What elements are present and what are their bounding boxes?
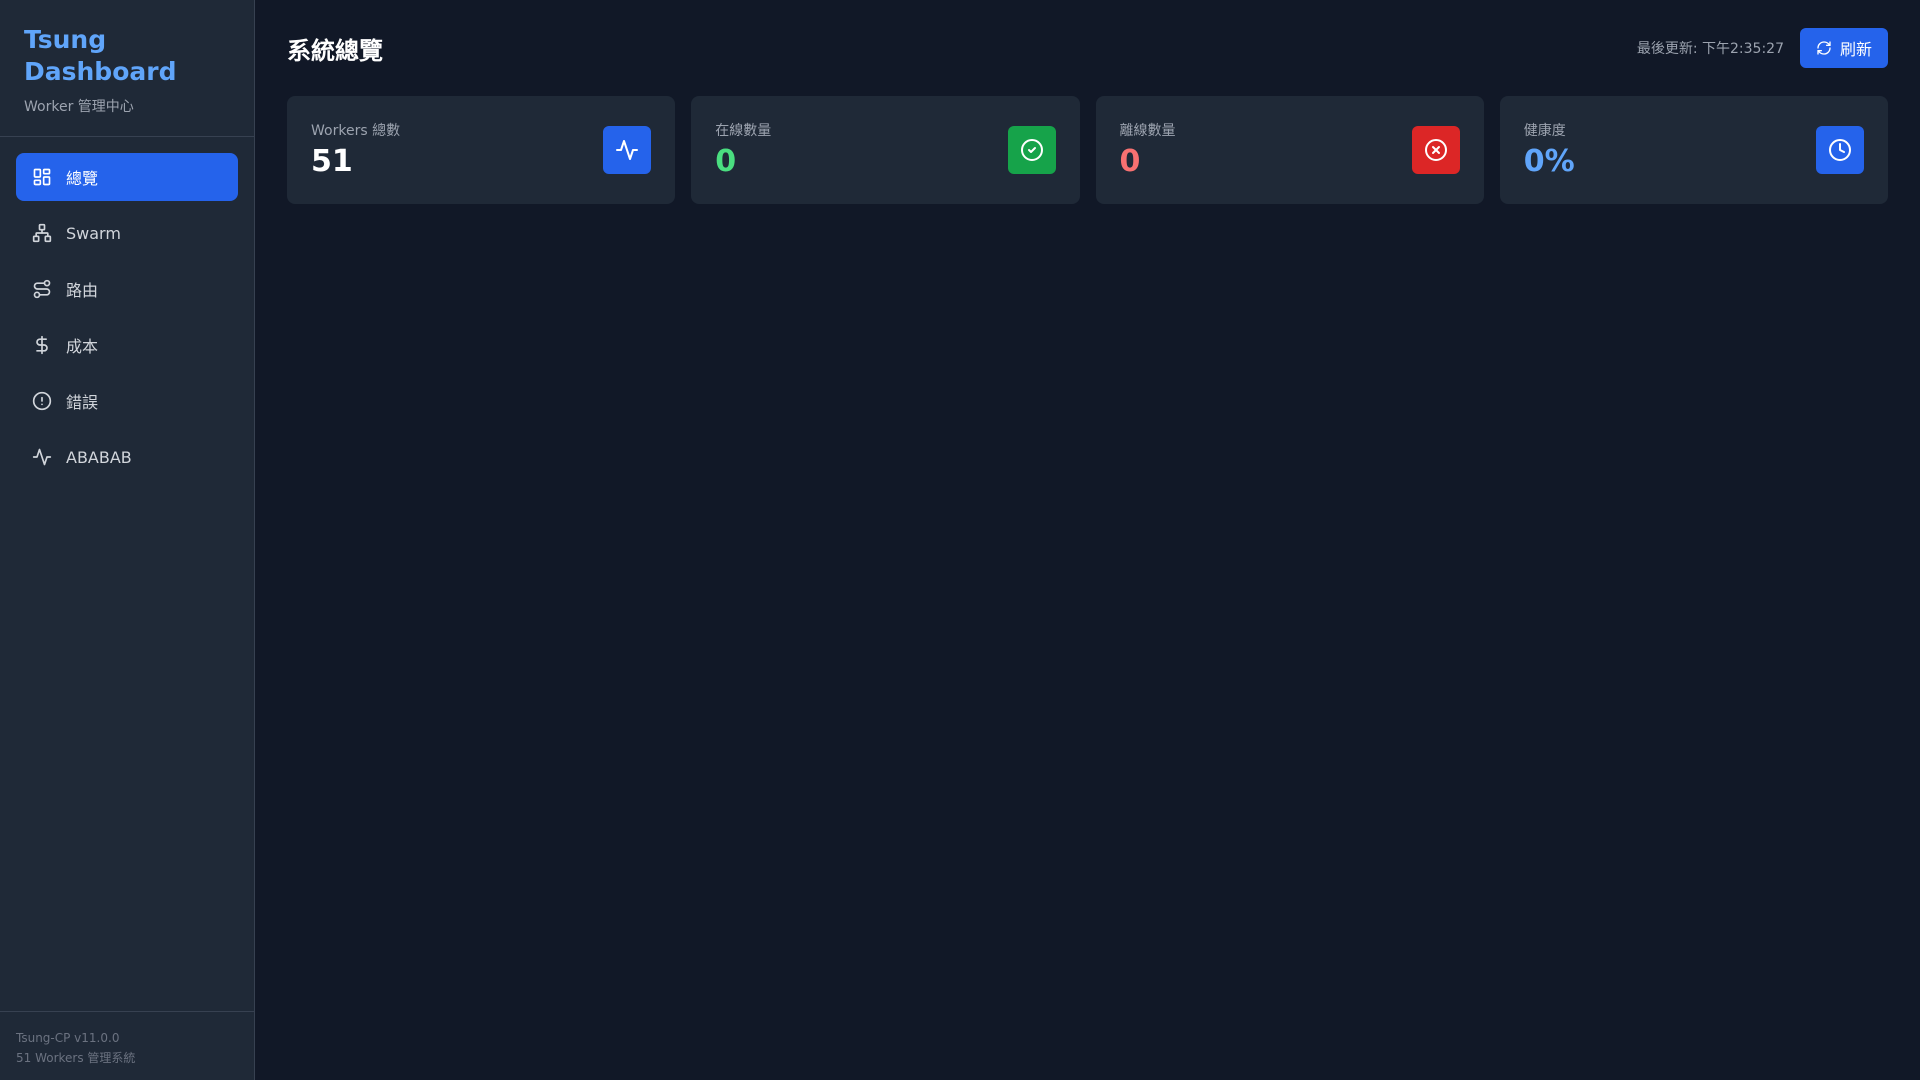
sidebar-item-cost[interactable]: 成本 [16,321,238,369]
grid-icon [33,168,51,186]
stat-label: 在線數量 [715,123,772,139]
stat-card-total: Workers 總數 51 [287,96,676,204]
stat-label: 健康度 [1523,123,1566,139]
stat-value: 0 [715,144,737,179]
sidebar: Tsung Dashboard Worker 管理中心 總覽 Swarm 路由 … [0,0,255,1080]
sidebar-item-routing[interactable]: 路由 [16,265,238,313]
refresh-button[interactable]: 刷新 [1799,28,1888,68]
refresh-icon [1817,41,1831,55]
stat-icon-box [1816,126,1864,174]
last-updated-text: 最後更新: 下午2:35:27 [1636,41,1784,57]
x-circle-icon [1424,139,1447,161]
sidebar-item-label: 路由 [66,281,99,300]
sidebar-item-label: ABABAB [66,447,132,467]
app-root: Tsung Dashboard Worker 管理中心 總覽 Swarm 路由 … [0,0,1920,1080]
activity-icon [616,140,639,160]
stat-label: 離線數量 [1119,123,1176,139]
sidebar-nav: 總覽 Swarm 路由 成本 錯誤 ABABAB [0,137,254,1011]
stats-cards: Workers 總數 51 在線數量 0 離線數量 0 健康度 0% [287,96,1888,204]
stat-card-health: 健康度 0% [1499,96,1888,204]
stat-icon-box [1007,126,1056,174]
stat-card-text: 離線數量 0 [1120,120,1176,180]
alert-circle-icon [32,391,52,411]
topbar: 系統總覽 最後更新: 下午2:35:27 刷新 [287,0,1888,96]
stat-value: 0% [1523,144,1575,179]
sidebar-item-label: Swarm [66,223,121,243]
brand-title: Tsung Dashboard [24,25,177,86]
page-title: 系統總覽 [287,36,383,65]
stat-icon-box [603,126,652,174]
stat-card-text: Workers 總數 51 [311,120,400,180]
topbar-right: 最後更新: 下午2:35:27 刷新 [1637,28,1888,68]
main-content: 系統總覽 最後更新: 下午2:35:27 刷新 Workers 總數 51 在線… [255,0,1920,1080]
system-desc: 51 Workers 管理系統 [16,1051,136,1065]
stat-card-text: 在線數量 0 [715,120,771,180]
sidebar-item-label: 成本 [66,337,99,356]
sidebar-item-label: 錯誤 [66,393,99,412]
sidebar-item-errors[interactable]: 錯誤 [16,377,238,425]
route-icon [33,279,51,299]
refresh-label: 刷新 [1839,40,1872,59]
activity-icon [32,448,52,466]
stat-card-offline: 離線數量 0 [1095,96,1484,204]
clock-icon [1829,139,1851,161]
stat-card-online: 在線數量 0 [691,96,1080,204]
sidebar-item-ababab[interactable]: ABABAB [16,433,238,481]
sidebar-item-label: 總覽 [66,169,99,188]
stat-icon-box [1411,126,1460,174]
sidebar-item-overview[interactable]: 總覽 [16,153,238,201]
stat-value: 0 [1119,144,1141,179]
stat-card-text: 健康度 0% [1524,120,1575,180]
brand: Tsung Dashboard Worker 管理中心 [0,0,254,137]
version-text: Tsung-CP v11.0.0 [16,1031,120,1045]
stat-label: Workers 總數 [311,123,401,139]
brand-subtitle: Worker 管理中心 [24,99,134,115]
sidebar-item-swarm[interactable]: Swarm [16,209,238,257]
network-icon [32,223,52,243]
stat-value: 51 [311,144,353,179]
sidebar-footer: Tsung-CP v11.0.0 51 Workers 管理系統 [0,1011,254,1080]
dollar-icon [36,335,48,355]
check-circle-icon [1020,139,1043,161]
